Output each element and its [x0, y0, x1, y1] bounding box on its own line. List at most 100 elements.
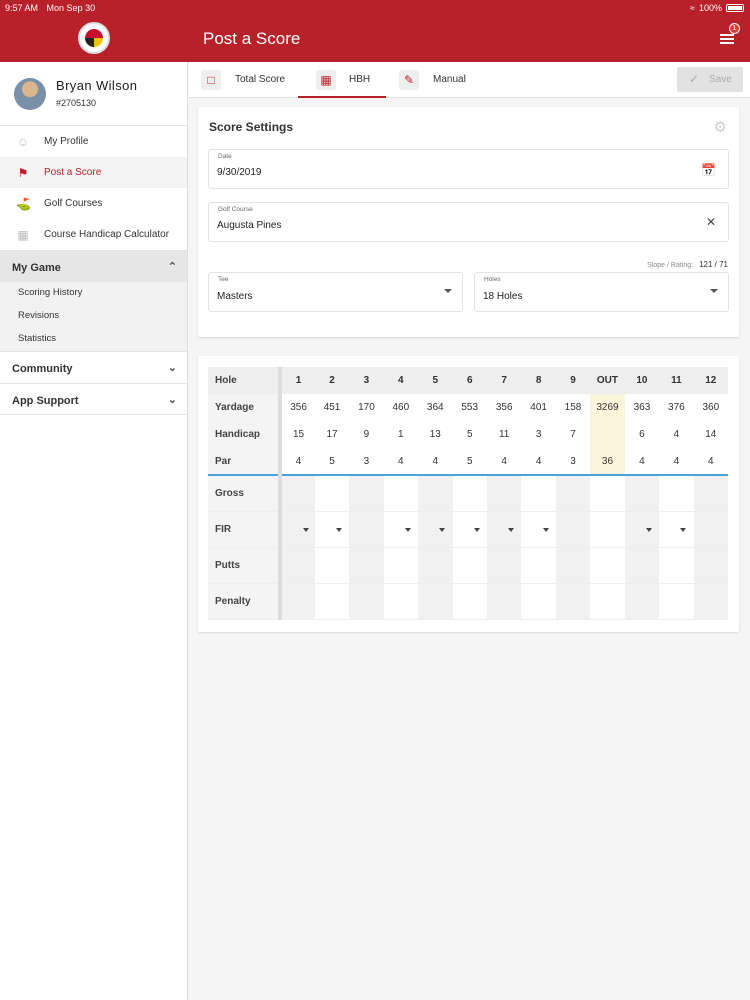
fir-input-cell[interactable]	[418, 511, 453, 548]
penalty-input-cell[interactable]	[418, 583, 453, 620]
gross-input-cell[interactable]	[383, 475, 419, 512]
dropdown-arrow-icon	[336, 527, 343, 532]
fir-input-cell[interactable]	[314, 511, 350, 548]
sidebar-item-golf-courses[interactable]: ⛳ Golf Courses	[0, 188, 187, 219]
putts-input-cell[interactable]	[418, 547, 453, 584]
user-profile[interactable]: Bryan Wilson #2705130	[0, 62, 187, 126]
flag-icon: ⚑	[17, 166, 29, 180]
scorecard-table: Hole 1 2 3 4 5 6 7 8 9 OUT 10 11 12 Yardage 356 451 17…	[208, 367, 728, 620]
square-icon: □	[201, 70, 221, 90]
hole-cell: 5	[418, 367, 453, 394]
sidebar-item-handicap-calculator[interactable]: ▦ Course Handicap Calculator	[0, 219, 187, 250]
section-community[interactable]: Community ⌄	[0, 351, 187, 383]
penalty-input-cell[interactable]	[452, 583, 487, 620]
fir-input-cell[interactable]	[555, 511, 591, 548]
hole-cell: 10	[624, 367, 660, 394]
fir-input-cell[interactable]	[349, 511, 384, 548]
putts-input-cell[interactable]	[314, 547, 350, 584]
gross-input-cell[interactable]	[452, 475, 487, 512]
putts-input-cell[interactable]	[624, 547, 660, 584]
yardage-cell: 451	[323, 402, 341, 413]
fir-input-cell[interactable]	[659, 511, 694, 548]
hole-cell: OUT	[590, 367, 625, 394]
sidebar-item-scoring-history[interactable]: Scoring History	[0, 282, 187, 305]
gear-icon[interactable]: ⚙	[714, 118, 727, 136]
tee-select[interactable]: Tee Masters	[208, 272, 463, 312]
handicap-cell: 5	[466, 429, 473, 440]
fir-input-cell[interactable]	[383, 511, 419, 548]
chevron-down-icon: ⌄	[167, 362, 177, 374]
putts-input-cell[interactable]	[693, 547, 728, 584]
gross-input-cell[interactable]	[521, 475, 556, 512]
gross-input-cell[interactable]	[314, 475, 350, 512]
handicap-cell: 11	[498, 429, 510, 440]
penalty-input-cell[interactable]	[624, 583, 660, 620]
my-game-items: Scoring History Revisions Statistics	[0, 282, 187, 351]
section-app-support[interactable]: App Support ⌄	[0, 383, 187, 415]
penalty-input-cell[interactable]	[659, 583, 694, 620]
par-cell: 4	[486, 448, 522, 476]
par-cell: 5	[452, 448, 487, 476]
penalty-input-cell[interactable]	[278, 583, 315, 620]
penalty-input-cell[interactable]	[383, 583, 419, 620]
sidebar-item-statistics[interactable]: Statistics	[0, 328, 187, 351]
close-icon[interactable]: ✕	[706, 215, 716, 229]
slope-rating: Slope / Rating: 121 / 71	[647, 260, 728, 269]
putts-input-cell[interactable]	[659, 547, 694, 584]
sidebar-item-revisions[interactable]: Revisions	[0, 305, 187, 328]
gross-input-cell[interactable]	[693, 475, 728, 512]
putts-input-cell[interactable]	[278, 547, 315, 584]
penalty-input-cell[interactable]	[349, 583, 384, 620]
par-cell: 4	[521, 448, 556, 476]
status-bar-left: 9:57 AM Mon Sep 30	[5, 3, 101, 13]
gross-input-cell[interactable]	[624, 475, 660, 512]
dropdown-arrow-icon	[508, 527, 515, 532]
penalty-input-cell[interactable]	[521, 583, 556, 620]
row-label-yardage: Yardage	[208, 394, 281, 421]
gross-input-cell[interactable]	[349, 475, 384, 512]
section-my-game[interactable]: My Game ⌃	[0, 250, 187, 282]
gross-input-cell[interactable]	[555, 475, 591, 512]
date-field[interactable]: Date 9/30/2019 📅	[208, 149, 729, 189]
gross-input-cell[interactable]	[418, 475, 453, 512]
golf-course-field[interactable]: Golf Course Augusta Pines ✕	[208, 202, 729, 242]
penalty-input-cell[interactable]	[314, 583, 350, 620]
yardage-cell: 356	[495, 402, 513, 413]
par-cell: 4	[418, 448, 453, 476]
penalty-input-cell[interactable]	[486, 583, 522, 620]
dropdown-arrow-icon	[302, 527, 309, 532]
holes-select[interactable]: Holes 18 Holes	[474, 272, 729, 312]
gross-input-cell[interactable]	[278, 475, 315, 512]
yardage-cell: 356	[278, 394, 315, 421]
save-button[interactable]: ✓ Save	[677, 67, 743, 92]
calendar-icon[interactable]: 📅	[701, 163, 716, 177]
tab-manual[interactable]: ✎ Manual	[399, 62, 489, 98]
penalty-input-cell[interactable]	[555, 583, 591, 620]
putts-input-cell[interactable]	[486, 547, 522, 584]
hole-cell: 9	[555, 367, 591, 394]
sidebar-item-my-profile[interactable]: ☺ My Profile	[0, 126, 187, 157]
fir-input-cell[interactable]	[452, 511, 487, 548]
fir-input-cell[interactable]	[486, 511, 522, 548]
tab-hbh[interactable]: ▦ HBH	[298, 62, 386, 98]
putts-input-cell[interactable]	[383, 547, 419, 584]
fir-input-cell[interactable]	[693, 511, 728, 548]
hole-cell: 7	[486, 367, 522, 394]
hamburger-menu-icon[interactable]	[720, 34, 734, 44]
sidebar-item-post-a-score[interactable]: ⚑ Post a Score	[0, 157, 187, 188]
par-cell: 3	[555, 448, 591, 476]
penalty-input-cell[interactable]	[693, 583, 728, 620]
par-cell: 3	[349, 448, 384, 476]
putts-input-cell[interactable]	[521, 547, 556, 584]
gross-input-cell[interactable]	[486, 475, 522, 512]
fir-input-cell[interactable]	[521, 511, 556, 548]
dropdown-arrow-icon	[680, 527, 687, 532]
putts-input-cell[interactable]	[349, 547, 384, 584]
par-cell: 4	[278, 448, 315, 476]
putts-input-cell[interactable]	[452, 547, 487, 584]
tab-total-score[interactable]: □ Total Score	[201, 62, 301, 98]
fir-input-cell[interactable]	[278, 511, 315, 548]
fir-input-cell[interactable]	[624, 511, 660, 548]
gross-input-cell[interactable]	[659, 475, 694, 512]
putts-input-cell[interactable]	[555, 547, 591, 584]
